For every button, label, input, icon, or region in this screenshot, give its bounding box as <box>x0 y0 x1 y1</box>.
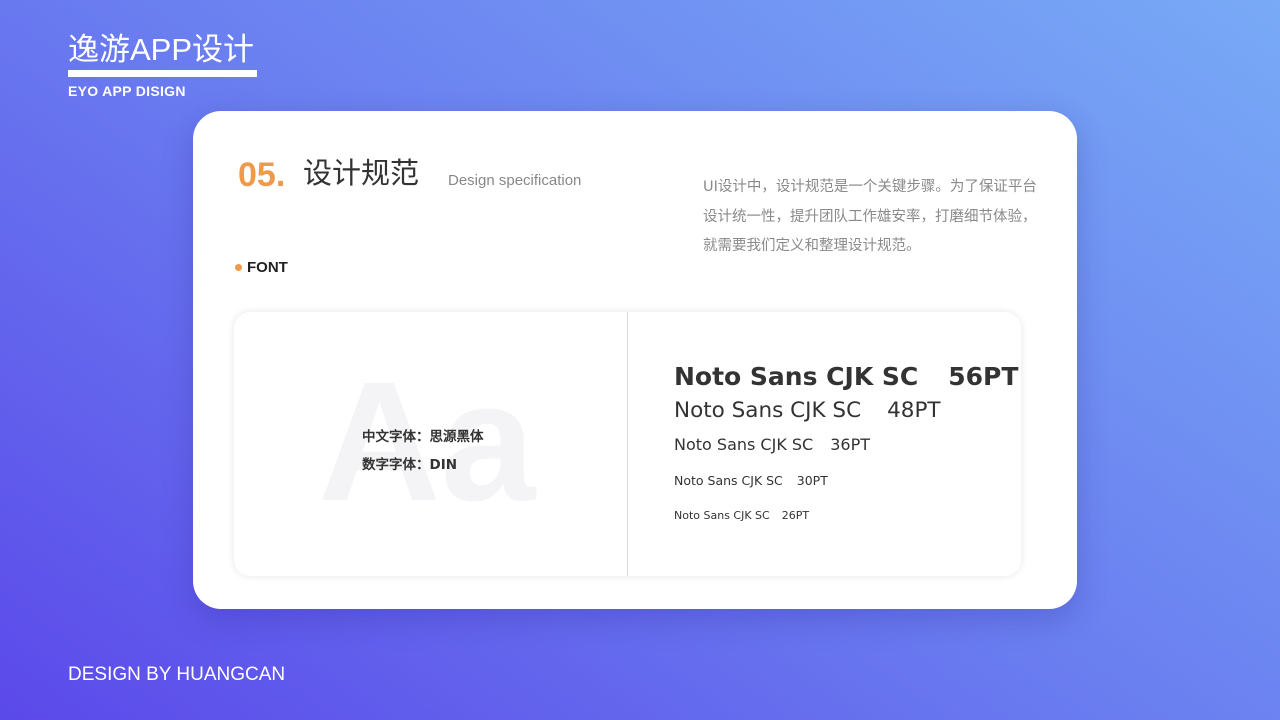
brand-title: 逸游APP设计 <box>68 32 255 67</box>
font-spec-size: 30PT <box>796 473 828 488</box>
font-spec-26: Noto Sans CJK SC 26PT <box>674 509 809 522</box>
font-spec-name: Noto Sans CJK SC <box>674 398 862 423</box>
brand-underline <box>68 70 257 77</box>
font-spec-size: 56PT <box>948 362 1019 391</box>
section-description: UI设计中，设计规范是一个关键步骤。为了保证平台设计统一性，提升团队工作雄安率，… <box>703 179 1037 254</box>
font-spec-name: Noto Sans CJK SC <box>674 473 783 488</box>
font-spec-size: 36PT <box>830 435 871 454</box>
font-spec-size: 48PT <box>887 398 941 423</box>
chinese-font-info: 中文字体：思源黑体 <box>362 429 484 445</box>
font-spec-30: Noto Sans CJK SC 30PT <box>674 473 828 488</box>
font-spec-name: Noto Sans CJK SC <box>674 435 814 454</box>
font-label: FONT <box>247 259 288 276</box>
font-spec-36: Noto Sans CJK SC 36PT <box>674 435 870 454</box>
bullet-dot-icon <box>235 264 242 271</box>
footer-credit: DESIGN BY HUANGCAN <box>68 664 286 685</box>
brand-subtitle: EYO APP DISIGN <box>68 83 186 99</box>
digit-font-info: 数字字体：DIN <box>362 457 458 473</box>
font-spec-48: Noto Sans CJK SC 48PT <box>674 398 941 423</box>
font-spec-name: Noto Sans CJK SC <box>674 509 770 522</box>
section-number: 05. <box>238 156 286 194</box>
font-spec-56: Noto Sans CJK SC 56PT <box>674 362 1018 391</box>
font-panel: Aa 中文字体：思源黑体 数字字体：DIN Noto Sans CJK SC 56… <box>234 312 1021 576</box>
font-spec-name: Noto Sans CJK SC <box>674 362 919 391</box>
font-heading: FONT <box>235 259 288 276</box>
font-spec-size: 26PT <box>781 509 810 522</box>
panel-divider <box>627 312 628 576</box>
section-title: 设计规范 <box>303 156 420 190</box>
section-subtitle: Design specification <box>448 172 582 189</box>
spec-card: 05. 设计规范 Design specification UI设计中，设计规范… <box>193 111 1077 609</box>
